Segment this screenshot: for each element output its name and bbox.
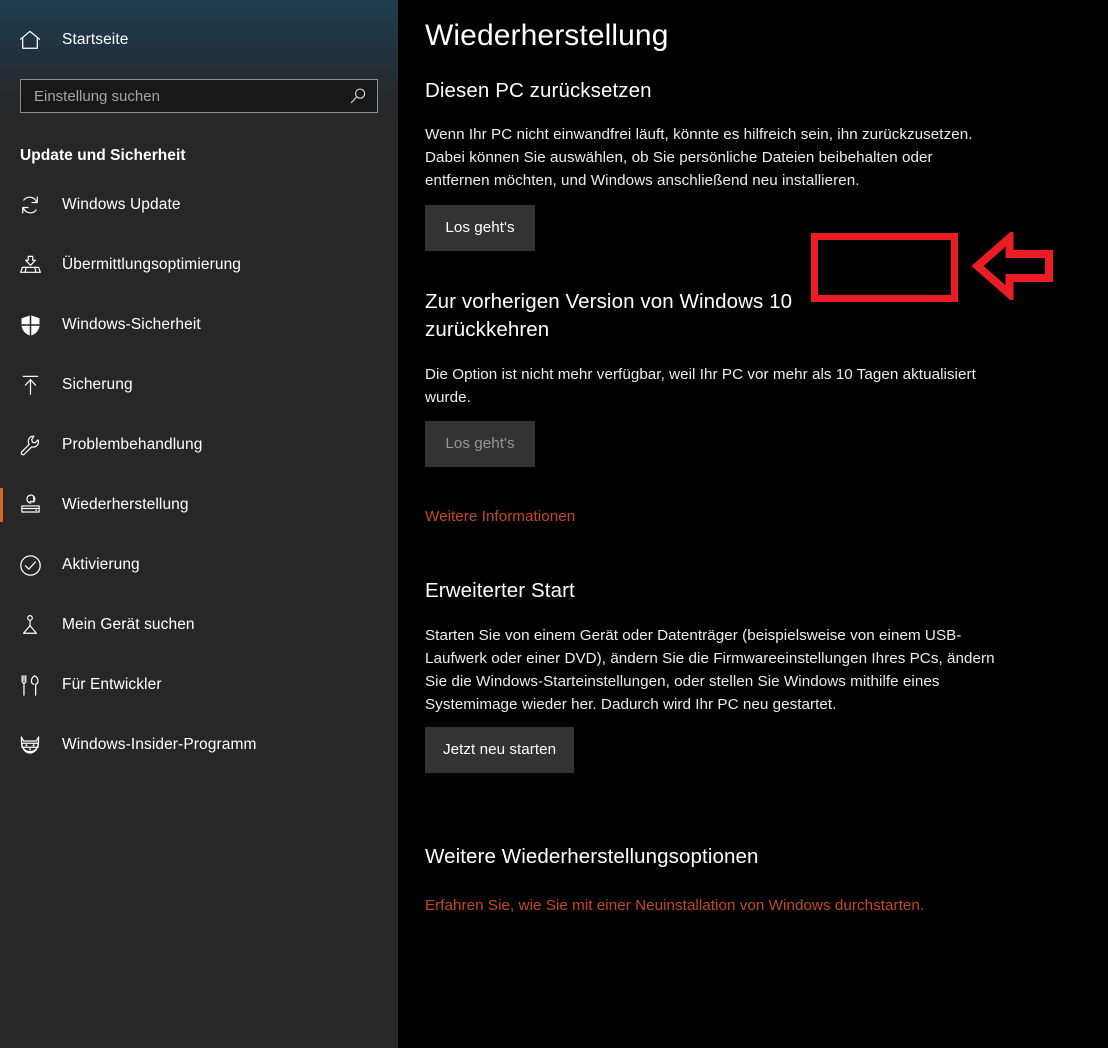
home-label: Startseite — [62, 31, 129, 48]
sidebar-item-windows-security[interactable]: Windows-Sicherheit — [0, 305, 398, 345]
insider-ninjacat-icon — [15, 731, 45, 759]
reset-button-container: Los geht's — [425, 204, 1108, 251]
sidebar-item-windows-update[interactable]: Windows Update — [0, 185, 398, 225]
sidebar-item-label: Wiederherstellung — [62, 496, 189, 513]
section-heading-reset-pc: Diesen PC zurücksetzen — [425, 79, 652, 102]
rollback-get-started-button: Los geht's — [425, 420, 535, 467]
sidebar-item-label: Problembehandlung — [62, 436, 203, 453]
sidebar-item-find-my-device[interactable]: Mein Gerät suchen — [0, 605, 398, 645]
sidebar-item-troubleshoot[interactable]: Problembehandlung — [0, 425, 398, 465]
fresh-start-link[interactable]: Erfahren Sie, wie Sie mit einer Neuinsta… — [425, 894, 924, 917]
sidebar-category-title: Update und Sicherheit — [20, 147, 186, 164]
developer-tools-icon — [15, 671, 45, 699]
section-body-advanced-startup: Starten Sie von einem Gerät oder Datentr… — [425, 626, 995, 713]
sidebar-item-home[interactable]: Startseite — [0, 20, 398, 60]
sidebar: Startseite Update und Sicherheit — [0, 0, 398, 1048]
search-box[interactable] — [20, 79, 378, 113]
sidebar-item-delivery-optimization[interactable]: Übermittlungsoptimierung — [0, 245, 398, 285]
main-content: Wiederherstellung Diesen PC zurücksetzen… — [398, 0, 1108, 1048]
sidebar-item-label: Mein Gerät suchen — [62, 616, 195, 633]
sidebar-item-label: Windows-Insider-Programm — [62, 736, 257, 753]
wrench-icon — [15, 431, 45, 459]
sidebar-item-windows-insider-program[interactable]: Windows-Insider-Programm — [0, 725, 398, 765]
section-heading-more-recovery-options: Weitere Wiederherstellungsoptionen — [425, 844, 759, 868]
shield-icon — [15, 311, 45, 339]
check-circle-icon — [15, 551, 45, 579]
sidebar-item-label: Für Entwickler — [62, 676, 162, 693]
backup-upload-icon — [15, 371, 45, 399]
section-heading-advanced-startup: Erweiterter Start — [425, 578, 575, 602]
section-body-rollback: Die Option ist nicht mehr verfügbar, wei… — [425, 365, 976, 406]
more-information-link[interactable]: Weitere Informationen — [425, 505, 575, 528]
refresh-icon — [15, 191, 45, 219]
sidebar-item-label: Windows-Sicherheit — [62, 316, 201, 333]
sidebar-nav: Windows Update Übermittlungsoptimierung — [0, 185, 398, 765]
sidebar-item-for-developers[interactable]: Für Entwickler — [0, 665, 398, 705]
section-body-reset-pc: Wenn Ihr PC nicht einwandfrei läuft, kön… — [425, 125, 973, 189]
reset-get-started-button[interactable]: Los geht's — [425, 204, 535, 251]
delivery-optimization-icon — [15, 251, 45, 279]
sidebar-item-label: Aktivierung — [62, 556, 140, 573]
restart-now-button[interactable]: Jetzt neu starten — [425, 726, 575, 773]
section-heading-rollback: Zur vorherigen Version von Windows 10 zu… — [425, 289, 793, 341]
sidebar-item-backup[interactable]: Sicherung — [0, 365, 398, 405]
page-title: Wiederherstellung — [425, 19, 669, 52]
sidebar-item-label: Übermittlungsoptimierung — [62, 256, 242, 273]
sidebar-item-label: Sicherung — [62, 376, 133, 393]
find-my-device-icon — [15, 611, 45, 639]
home-icon — [15, 26, 45, 54]
sidebar-item-label: Windows Update — [62, 196, 181, 213]
settings-window: Startseite Update und Sicherheit — [0, 0, 1108, 1048]
recovery-icon — [15, 491, 45, 519]
search-input[interactable] — [21, 80, 377, 112]
sidebar-item-activation[interactable]: Aktivierung — [0, 545, 398, 585]
sidebar-item-recovery[interactable]: Wiederherstellung — [0, 485, 398, 525]
